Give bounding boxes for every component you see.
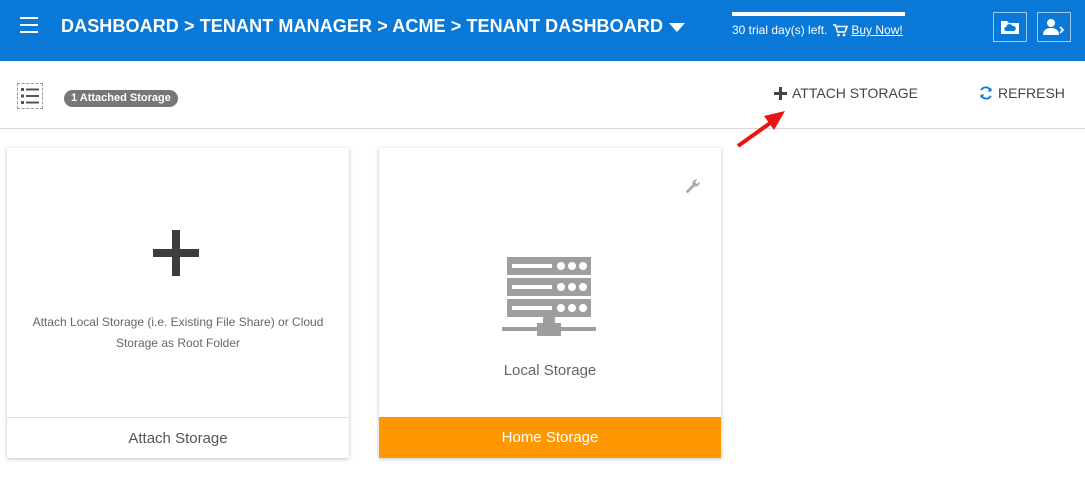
annotation-arrow: [736, 111, 785, 148]
cloud-folder-icon: [1001, 21, 1019, 34]
breadcrumb-text[interactable]: DASHBOARD > TENANT MANAGER > ACME > TENA…: [61, 16, 663, 37]
list-view-icon[interactable]: [17, 83, 43, 109]
wrench-icon[interactable]: [685, 178, 701, 194]
user-icon: [1043, 19, 1065, 35]
breadcrumb[interactable]: DASHBOARD > TENANT MANAGER > ACME > TENA…: [61, 16, 686, 37]
trial-status: 30 trial day(s) left. Buy Now!: [732, 12, 906, 37]
attach-storage-button[interactable]: ATTACH STORAGE: [774, 85, 918, 101]
refresh-button[interactable]: REFRESH: [979, 85, 1065, 101]
user-menu-button[interactable]: [1037, 12, 1071, 42]
buy-now-link[interactable]: Buy Now!: [851, 23, 902, 37]
top-bar: DASHBOARD > TENANT MANAGER > ACME > TENA…: [0, 0, 1085, 61]
local-storage-label: Local Storage: [503, 362, 597, 379]
home-storage-footer[interactable]: Home Storage: [379, 417, 721, 458]
home-storage-card[interactable]: Local Storage Home Storage: [379, 148, 721, 458]
attached-storage-badge: 1 Attached Storage: [64, 90, 178, 107]
menu-icon[interactable]: [20, 17, 42, 37]
trial-days-text: 30 trial day(s) left.: [732, 23, 828, 37]
attach-storage-label: ATTACH STORAGE: [792, 85, 919, 101]
attach-storage-footer[interactable]: Attach Storage: [7, 417, 349, 458]
attach-storage-card[interactable]: Attach Local Storage (i.e. Existing File…: [7, 148, 349, 458]
toolbar: 1 Attached Storage ATTACH STORAGE REFRES…: [0, 61, 1085, 129]
cloud-folder-button[interactable]: [993, 12, 1027, 42]
cart-icon: [833, 23, 849, 36]
caret-down-icon[interactable]: [669, 23, 686, 32]
refresh-label: REFRESH: [998, 85, 1065, 101]
server-icon: [502, 257, 596, 336]
refresh-icon: [979, 86, 993, 100]
trial-progress-bar: [732, 12, 905, 16]
attach-storage-description: Attach Local Storage (i.e. Existing File…: [32, 315, 324, 350]
plus-icon: [774, 86, 787, 100]
plus-icon: [153, 230, 199, 276]
